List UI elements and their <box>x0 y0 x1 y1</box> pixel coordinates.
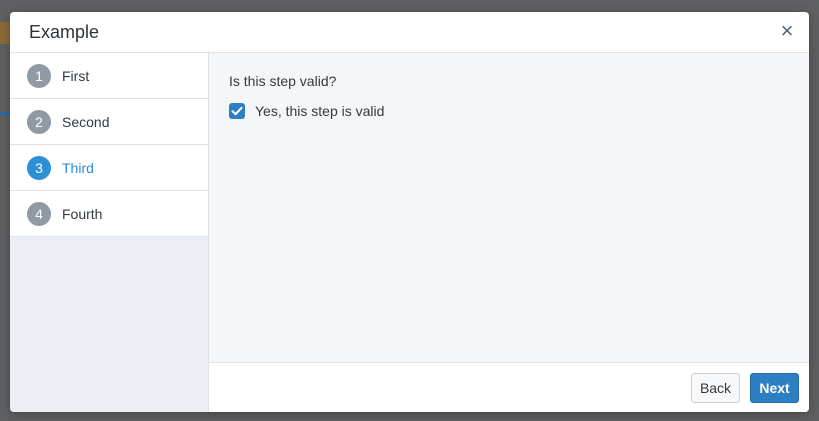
steps-sidebar: 1 First 2 Second 3 Third 4 Fourth <box>10 53 209 412</box>
next-button[interactable]: Next <box>750 372 799 403</box>
step-number-badge: 2 <box>27 109 51 134</box>
step-third[interactable]: 3 Third <box>10 145 208 191</box>
background-image-fragment <box>0 22 10 44</box>
dialog-title: Example <box>29 21 100 42</box>
step-first[interactable]: 1 First <box>10 53 208 99</box>
valid-checkbox[interactable] <box>229 103 245 119</box>
checkmark-icon <box>231 106 243 116</box>
back-button[interactable]: Back <box>691 372 740 403</box>
step-label: Fourth <box>62 205 103 222</box>
dialog-header: Example × <box>10 12 809 53</box>
step-label: Second <box>62 113 110 130</box>
step-second[interactable]: 2 Second <box>10 99 208 145</box>
step-fourth[interactable]: 4 Fourth <box>10 191 208 237</box>
step-label: Third <box>62 159 94 176</box>
dialog-body: 1 First 2 Second 3 Third 4 Fourth Is thi… <box>10 53 809 412</box>
validity-question: Is this step valid? <box>229 73 337 89</box>
step-form: Is this step valid? Yes, this step is va… <box>209 53 809 362</box>
step-content: Is this step valid? Yes, this step is va… <box>209 53 809 412</box>
step-number-badge: 4 <box>27 201 51 226</box>
dialog-footer: Back Next <box>209 362 809 412</box>
valid-checkbox-label: Yes, this step is valid <box>255 103 385 119</box>
background-line-fragment <box>0 112 10 115</box>
step-number-badge: 1 <box>27 63 51 88</box>
wizard-dialog: Example × 1 First 2 Second 3 Third 4 Fou… <box>10 12 809 412</box>
valid-checkbox-row[interactable]: Yes, this step is valid <box>229 103 789 119</box>
step-number-badge: 3 <box>27 155 51 180</box>
close-icon[interactable]: × <box>777 20 797 42</box>
step-label: First <box>62 67 90 84</box>
